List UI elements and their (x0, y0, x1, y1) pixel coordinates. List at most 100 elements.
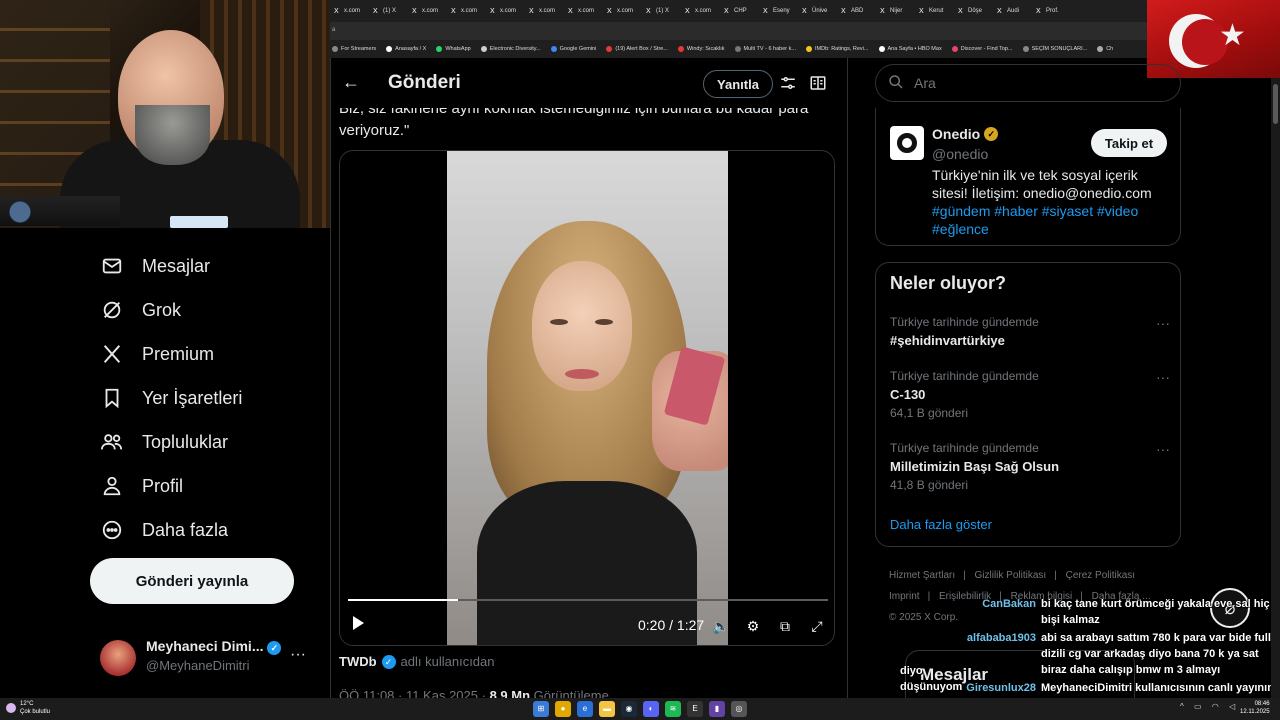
browser-tab[interactable]: X Prof. (1032, 0, 1071, 22)
folder-icon[interactable]: ▬ (599, 701, 615, 717)
browser-tab[interactable]: X Audi (993, 0, 1032, 22)
clock[interactable]: 08:46 12.11.2025 (1240, 700, 1270, 716)
tab-favicon-icon: X (490, 7, 495, 15)
bookmark-item[interactable]: Google Gemini (550, 46, 596, 52)
nav-item-premium[interactable]: Premium (100, 342, 214, 366)
browser-tab[interactable]: X Eseny (759, 0, 798, 22)
bookmark-item[interactable]: Multi TV - 6 haber k... (734, 46, 796, 52)
video-player[interactable]: 0:20 / 1:27 🔈 ⚙ ⧉ ⤢ (339, 150, 835, 646)
post-timestamp[interactable]: ÖÖ 11:08 · 11 Kas 2025 · (339, 688, 486, 698)
twitch-icon[interactable]: ▮ (709, 701, 725, 717)
nav-item-communities[interactable]: Topluluklar (100, 430, 228, 454)
bookmark-item[interactable]: Windy: Sıcaklık (677, 46, 725, 52)
weather-desc: Çok bulutlu (20, 709, 51, 715)
nav-item-label: Topluluklar (142, 431, 229, 452)
scrollbar-thumb[interactable] (1273, 84, 1278, 124)
bookmark-item[interactable]: SEÇİM SONUÇLARI... (1022, 46, 1087, 52)
bookmark-label: (19) Alert Box / Stre... (615, 46, 668, 52)
play-icon[interactable] (350, 615, 370, 635)
browser-tab[interactable]: X CHP (720, 0, 759, 22)
more-options-icon[interactable]: ··· (1156, 369, 1170, 385)
bookmark-icon (100, 386, 124, 410)
bookmark-item[interactable]: Electronic Diversity... (480, 46, 541, 52)
picture-in-picture-icon[interactable]: ⧉ (776, 617, 794, 635)
browser-tab[interactable]: Xx.com (681, 0, 720, 22)
tab-label: Prof. (1046, 8, 1059, 14)
bookmark-item[interactable]: For Streamers (332, 46, 376, 52)
bookmark-item[interactable]: WhatsApp (436, 46, 471, 52)
spotify-icon[interactable]: ≋ (665, 701, 681, 717)
more-options-icon[interactable]: ··· (290, 646, 306, 664)
browser-tab[interactable]: Xx.com (330, 0, 369, 22)
epic-games-icon[interactable]: E (687, 701, 703, 717)
bookmark-item[interactable]: IMDb: Ratings, Revi... (806, 46, 869, 52)
reply-button[interactable]: Yanıtla (703, 70, 773, 98)
back-arrow-icon[interactable]: ← (339, 72, 363, 96)
settings-gear-icon[interactable]: ⚙ (744, 617, 762, 635)
follow-button[interactable]: Takip et (1091, 129, 1167, 157)
account-switcher[interactable]: Meyhaneci Dimi... ✓ @MeyhaneDimitri ··· (100, 634, 320, 684)
bookmark-item[interactable]: Ana Sayfa • HBO Max (878, 46, 942, 52)
bookmarks-bar: For Streamers Anasayfa / X WhatsApp Electro… (330, 40, 1147, 58)
trend-count: 64,1 B gönderi (890, 406, 969, 420)
bookmark-label: Electronic Diversity... (489, 46, 541, 52)
browser-tab[interactable]: Xx.com (447, 0, 486, 22)
footer-link[interactable]: Çerez Politikası (1066, 570, 1135, 581)
filter-icon[interactable] (779, 74, 797, 92)
browser-tab[interactable]: Xx.com (525, 0, 564, 22)
browser-tab[interactable]: X Döşe (954, 0, 993, 22)
bookmark-label: Discover - Find Top... (960, 46, 1013, 52)
browser-tab[interactable]: X Nijer (876, 0, 915, 22)
reader-icon[interactable] (809, 74, 827, 92)
profile-hashtags[interactable]: #gündem #haber #siyaset #video #eğlence (932, 203, 1138, 237)
browser-tab[interactable]: X (1) X (642, 0, 681, 22)
browser-tab[interactable]: Xx.com (486, 0, 525, 22)
browser-tab[interactable]: X Ünive (798, 0, 837, 22)
trend-item[interactable]: Türkiye tarihinde gündemde #şehidinvartü… (890, 315, 1170, 348)
page-scrollbar[interactable] (1271, 78, 1280, 698)
obs-icon[interactable]: ◎ (731, 701, 747, 717)
discord-icon[interactable]: ◐ (643, 701, 659, 717)
nav-item-profile[interactable]: Profil (100, 474, 183, 498)
bookmark-item[interactable]: Discover - Find Top... (951, 46, 1013, 52)
footer-link[interactable]: Hizmet Şartları (889, 570, 955, 581)
bookmark-favicon-icon (606, 46, 613, 52)
browser-tab[interactable]: X ABD (837, 0, 876, 22)
volume-icon[interactable]: 🔈 (712, 617, 730, 635)
nav-item-grok[interactable]: Grok (100, 298, 181, 322)
edge-icon[interactable]: e (577, 701, 593, 717)
chat-message: alfababa1903 abi sa arabayı sattım 780 k … (900, 630, 1271, 647)
nav-item-more[interactable]: Daha fazla (100, 518, 228, 542)
nav-item-messages[interactable]: Mesajlar (100, 254, 210, 278)
fullscreen-icon[interactable]: ⤢ (808, 617, 826, 635)
tab-label: CHP (734, 8, 747, 14)
post-button[interactable]: Gönderi yayınla (90, 558, 294, 604)
profile-name[interactable]: Onedio ✓ (932, 126, 999, 142)
search-input[interactable]: Ara (875, 64, 1181, 102)
more-options-icon[interactable]: ··· (1156, 441, 1170, 457)
steam-icon[interactable]: ◉ (621, 701, 637, 717)
system-tray[interactable]: ^ ▭ ◠ ◁ (1180, 702, 1239, 711)
browser-tab[interactable]: Xx.com (564, 0, 603, 22)
avatar (100, 640, 136, 676)
nav-item-bookmarks[interactable]: Yer İşaretleri (100, 386, 242, 410)
browser-tab[interactable]: X Kerut (915, 0, 954, 22)
more-options-icon[interactable]: ··· (1156, 315, 1170, 331)
bookmark-item[interactable]: Anasayfa / X (386, 46, 426, 52)
video-progress-bar[interactable] (348, 599, 828, 601)
footer-link[interactable]: Gizlilik Politikası (975, 570, 1047, 581)
chrome-icon[interactable]: ● (555, 701, 571, 717)
browser-tab[interactable]: X (1) X (369, 0, 408, 22)
onedio-avatar[interactable] (890, 126, 924, 160)
source-name[interactable]: TWDb (339, 654, 377, 669)
trend-item[interactable]: Türkiye tarihinde gündemde C-130 64,1 B … (890, 369, 1170, 420)
weather-widget[interactable]: 12°C Çok bulutlu (6, 700, 50, 716)
address-bar[interactable]: a (330, 22, 1147, 40)
browser-tab[interactable]: Xx.com (408, 0, 447, 22)
start-icon[interactable]: ⊞ (533, 701, 549, 717)
show-more-link[interactable]: Daha fazla göster (890, 517, 992, 532)
bookmark-item[interactable]: Ch (1097, 46, 1113, 52)
bookmark-item[interactable]: (19) Alert Box / Stre... (606, 46, 668, 52)
browser-tab[interactable]: Xx.com (603, 0, 642, 22)
trend-item[interactable]: Türkiye tarihinde gündemde Milletimizin … (890, 441, 1170, 492)
